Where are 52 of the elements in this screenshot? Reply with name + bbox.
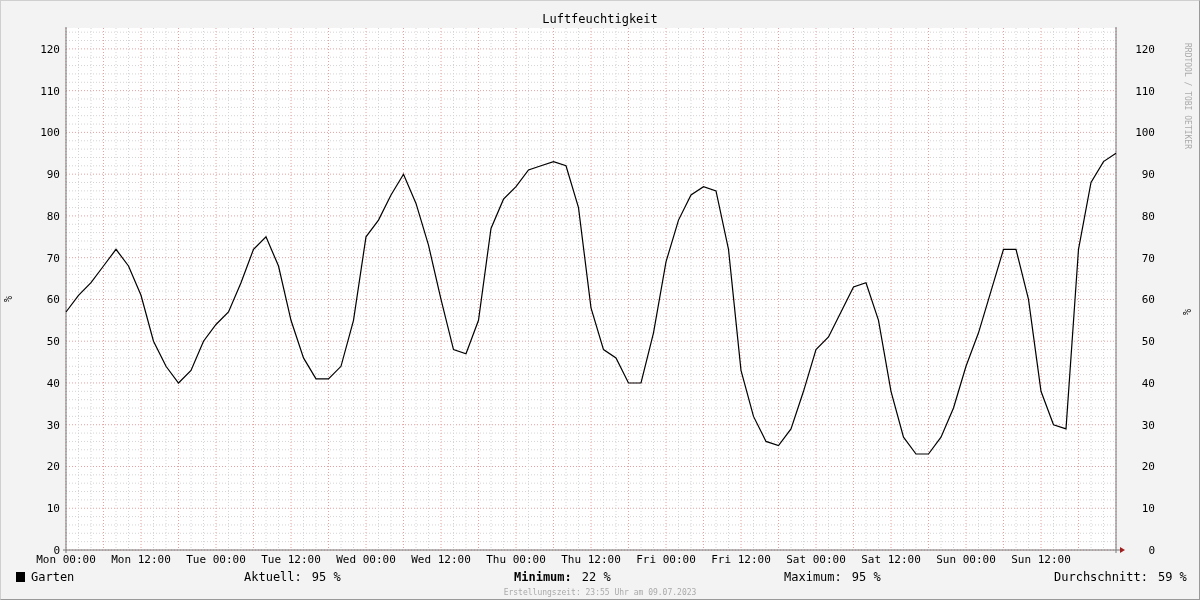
x-tick-label: Tue 12:00 [261,553,321,566]
x-tick-label: Sun 00:00 [936,553,996,566]
y-tick-label: 20 [1141,460,1155,474]
y-tick-label: 60 [46,293,60,307]
y-tick-label: 120 [1135,42,1155,56]
y-tick-label: 30 [1141,418,1155,432]
y-tick-label: 50 [46,335,60,349]
y-tick-label: 100 [1135,126,1155,140]
y-tick-label: 80 [1141,209,1155,223]
stat-value: 22 % [581,570,611,584]
graph-title: Luftfeuchtigkeit [542,11,658,27]
y-tick-label: 120 [40,42,60,56]
stat-label: Aktuell: [244,570,302,584]
y-tick-label: 40 [1141,376,1155,390]
y-tick-label: 70 [46,251,60,265]
y-tick-label: 90 [1141,168,1155,182]
creation-time-text: Erstellungszeit: 23:55 Uhr am 09.07.2023 [503,588,697,598]
y-tick-label: 90 [46,168,60,182]
x-tick-label: Fri 12:00 [711,553,771,566]
y-tick-label: 110 [40,84,60,98]
stat-value: 95 % [851,570,881,584]
stat-value: 95 % [311,570,341,584]
y-tick-label: 40 [46,376,60,390]
stat-label: Durchschnitt: [1054,570,1148,584]
stat-label: Minimum: [514,570,572,584]
x-tick-label: Fri 00:00 [636,553,696,566]
y-tick-label: 0 [1148,544,1155,557]
y-tick-label: 10 [1141,502,1155,516]
y-tick-label: 80 [46,209,60,223]
x-tick-label: Sat 12:00 [861,553,921,566]
x-tick-label: Sun 12:00 [1011,553,1071,566]
stat-value: 59 % [1157,570,1187,584]
x-tick-label: Wed 12:00 [411,553,471,566]
y-tick-label: 100 [40,126,60,140]
y-tick-label: 10 [46,502,60,516]
x-tick-label: Sat 00:00 [786,553,846,566]
y-tick-label: 70 [1141,251,1155,265]
y-tick-label: 30 [46,418,60,432]
y-tick-label: 110 [1135,84,1155,98]
x-tick-label: Thu 00:00 [486,553,546,566]
axis-label: % [1180,308,1193,315]
legend-series-name: Garten [31,570,75,584]
x-tick-label: Tue 00:00 [186,553,246,566]
y-tick-label: 20 [46,460,60,474]
credit-text: RRDTOOL / TOBI OETIKER [1181,43,1192,149]
y-tick-label: 50 [1141,335,1155,349]
x-tick-label: Thu 12:00 [561,553,621,566]
x-tick-label: Wed 00:00 [336,553,396,566]
y-tick-label: 60 [1141,293,1155,307]
stat-label: Maximum: [784,570,842,584]
axis-label: % [1,296,14,302]
x-tick-label: Mon 12:00 [111,553,171,566]
